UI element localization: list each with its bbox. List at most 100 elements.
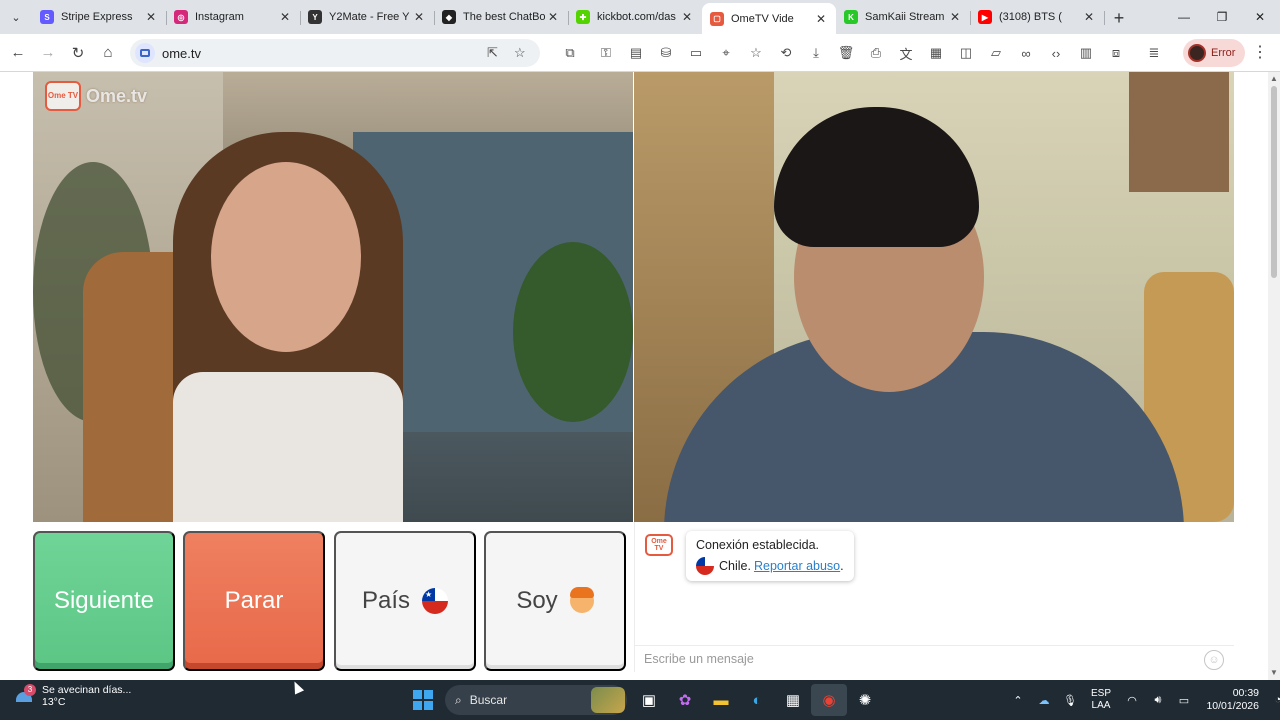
history-icon[interactable]: ⟲	[771, 38, 801, 68]
notifications-icon[interactable]: ◔	[1265, 694, 1280, 706]
chatgpt-icon[interactable]: ✺	[847, 684, 883, 716]
delete-icon[interactable]: 🗑︎	[831, 38, 861, 68]
new-tab-button[interactable]: +	[1104, 4, 1134, 32]
tab-separator	[1104, 11, 1105, 25]
card-icon[interactable]: ▭	[681, 38, 711, 68]
task-view-icon[interactable]: ▣	[631, 684, 667, 716]
gender-button[interactable]: Soy	[484, 531, 626, 671]
store-icon[interactable]: ▦	[775, 684, 811, 716]
location-icon[interactable]: ⌖	[711, 38, 741, 68]
reader-icon[interactable]: ◫	[951, 38, 981, 68]
link-icon[interactable]: ∞	[1011, 38, 1041, 68]
scroll-down-icon[interactable]: ▼	[1270, 668, 1278, 677]
tab-title: OmeTV Vide	[731, 12, 794, 25]
split-icon[interactable]: ⧈	[1101, 38, 1131, 68]
devtools-icon[interactable]: ‹›	[1041, 38, 1071, 68]
weather-widget[interactable]: 3 Se avecinan días... 13°C	[16, 684, 131, 708]
print-icon[interactable]: ⎙	[861, 38, 891, 68]
close-tab-icon[interactable]: ✕	[278, 10, 292, 24]
battery-icon[interactable]: ▭	[1171, 694, 1197, 707]
ext-icon-3[interactable]: ⛁	[651, 38, 681, 68]
message-input[interactable]: Escribe un mensaje ☺	[634, 645, 1234, 671]
copilot-icon[interactable]: ✿	[667, 684, 703, 716]
bookmark-star-icon[interactable]: ☆	[514, 45, 526, 61]
close-tab-icon[interactable]: ✕	[814, 12, 828, 26]
umbrella-icon: 3	[16, 684, 36, 706]
taskbar-search[interactable]: ⌕ Buscar	[445, 685, 627, 715]
home-button[interactable]: ⌂	[93, 38, 123, 68]
system-message: Conexión establecida. Chile. Reportar ab…	[686, 531, 854, 581]
address-bar[interactable]: ome.tv ⇱ ☆	[130, 39, 540, 67]
cast-icon[interactable]: ▱	[981, 38, 1011, 68]
tab-title: Stripe Express	[61, 11, 133, 23]
chile-flag-icon: ★	[422, 588, 449, 614]
weather-title: Se avecinan días...	[42, 684, 132, 696]
extensions-puzzle-icon[interactable]: ⧉	[555, 38, 585, 68]
local-video	[634, 72, 1234, 522]
reading-icon[interactable]: ▤	[621, 38, 651, 68]
profile-error-button[interactable]: Error	[1183, 39, 1245, 67]
connection-status: Conexión establecida.	[696, 538, 819, 552]
emoji-icon[interactable]: ☺	[1204, 650, 1224, 670]
scroll-thumb[interactable]	[1271, 86, 1277, 278]
browser-tab[interactable]: ▢ OmeTV Vide ✕	[702, 3, 836, 34]
close-tab-icon[interactable]: ✕	[546, 10, 560, 24]
browser-tab[interactable]: S Stripe Express ✕	[32, 3, 167, 31]
scroll-up-icon[interactable]: ▲	[1270, 74, 1278, 83]
media-icon[interactable]: ≣	[1139, 38, 1169, 68]
start-button[interactable]	[405, 684, 441, 716]
qr-icon[interactable]: ▦	[921, 38, 951, 68]
translate-icon[interactable]: 文	[891, 38, 921, 68]
volume-icon[interactable]: 🔊︎	[1145, 694, 1171, 707]
show-hidden-icons-icon[interactable]: ⌃	[1005, 694, 1031, 707]
browser-tab[interactable]: K SamKaii Stream ✕	[836, 3, 971, 31]
sidebar-icon[interactable]: ▥	[1071, 38, 1101, 68]
language-indicator[interactable]: ESP LAA	[1083, 688, 1119, 712]
favorites-icon[interactable]: ☆	[741, 38, 771, 68]
next-button[interactable]: Siguiente	[33, 531, 175, 671]
browser-menu-icon[interactable]: ⋮	[1250, 42, 1270, 62]
close-tab-icon[interactable]: ✕	[680, 10, 694, 24]
close-window-button[interactable]: ✕	[1238, 0, 1280, 34]
system-tray: ⌃ ☁ 🎙︎ ESP LAA ◠ 🔊︎ ▭ 00:39 10/01/2026 ◔	[1005, 684, 1280, 716]
search-icon: ⌕	[455, 692, 462, 707]
browser-tab[interactable]: ✚ kickbot.com/das ✕	[568, 3, 702, 31]
stop-button-label: Parar	[224, 587, 284, 614]
close-tab-icon[interactable]: ✕	[948, 10, 962, 24]
download-icon[interactable]: ⤓	[801, 38, 831, 68]
tab-favicon-icon: ◎	[174, 10, 188, 24]
browser-tab[interactable]: ▶ (3108) BTS (✕	[970, 3, 1105, 31]
ometv-logo: Ome TV Ome.tv	[45, 81, 147, 111]
search-placeholder: Buscar	[469, 693, 508, 707]
microphone-icon[interactable]: 🎙︎	[1057, 694, 1083, 707]
onedrive-icon[interactable]: ☁	[1031, 694, 1057, 707]
tab-title: Instagram	[195, 11, 244, 23]
edge-icon[interactable]: ◐	[739, 684, 775, 716]
ometv-chat-icon: Ome TV	[645, 534, 673, 556]
install-app-icon[interactable]: ⇱	[487, 45, 498, 61]
tab-search-button[interactable]: ⌄	[0, 0, 32, 34]
close-tab-icon[interactable]: ✕	[412, 10, 426, 24]
key-icon[interactable]: ⚿	[591, 38, 621, 68]
report-abuse-link[interactable]: Reportar abuso	[754, 559, 840, 573]
browser-tab[interactable]: Y Y2Mate - Free Y ✕	[300, 3, 435, 31]
site-info-icon[interactable]	[135, 43, 155, 63]
next-button-label: Siguiente	[53, 587, 155, 614]
close-tab-icon[interactable]: ✕	[144, 10, 158, 24]
chrome-icon[interactable]: ◉	[811, 684, 847, 716]
page-scrollbar[interactable]: ▲ ▼	[1268, 72, 1280, 680]
clock[interactable]: 00:39 10/01/2026	[1197, 687, 1259, 713]
reload-button[interactable]: ↻	[63, 38, 93, 68]
stop-button[interactable]: Parar	[183, 531, 325, 671]
wifi-icon[interactable]: ◠	[1119, 694, 1145, 707]
forward-button[interactable]: →	[33, 38, 63, 68]
close-tab-icon[interactable]: ✕	[1082, 10, 1096, 24]
browser-tab[interactable]: ◎ Instagram ✕	[166, 3, 301, 31]
country-button[interactable]: País ★	[334, 531, 476, 671]
tab-favicon-icon: ◆	[442, 10, 456, 24]
tab-favicon-icon: Y	[308, 10, 322, 24]
browser-tab[interactable]: ◆ The best ChatBo ✕	[434, 3, 569, 31]
file-explorer-icon[interactable]: ▬	[703, 684, 739, 716]
tab-favicon-icon: ✚	[576, 10, 590, 24]
back-button[interactable]: ←	[3, 38, 33, 68]
